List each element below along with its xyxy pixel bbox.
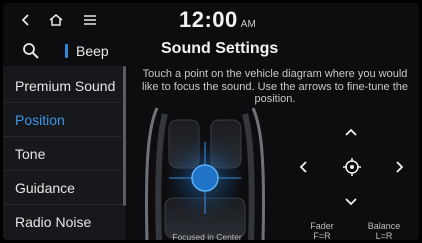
menu-button[interactable]: [75, 7, 105, 33]
move-up-button[interactable]: [336, 120, 366, 144]
sidebar: Premium Sound Position Tone Guidance Rad…: [3, 66, 125, 240]
status-bar: 12:00 AM: [3, 3, 419, 37]
clock-time: 12:00: [179, 7, 238, 32]
sidebar-item-label: Tone: [15, 145, 46, 162]
sidebar-item-label: Position: [15, 111, 65, 128]
beep-button[interactable]: Beep: [65, 41, 109, 61]
sidebar-item-premium-sound[interactable]: Premium Sound: [3, 69, 125, 103]
sidebar-item-position[interactable]: Position: [3, 103, 125, 137]
menu-icon: [84, 15, 96, 25]
back-button[interactable]: [11, 7, 41, 33]
clock-ampm: AM: [240, 19, 256, 30]
home-button[interactable]: [41, 7, 71, 33]
clock: 12:00 AM: [179, 7, 256, 35]
sidebar-item-tone[interactable]: Tone: [3, 137, 125, 171]
sidebar-item-label: Premium Sound: [15, 77, 116, 94]
beep-indicator: [65, 44, 68, 58]
crosshair-icon: [343, 158, 361, 176]
header: Beep Sound Settings: [3, 37, 419, 65]
sidebar-scrollbar[interactable]: [123, 66, 126, 206]
position-panel: Touch a point on the vehicle diagram whe…: [127, 66, 419, 240]
fader-label: Fader: [310, 221, 334, 231]
beep-label: Beep: [76, 43, 109, 59]
search-icon: [23, 43, 39, 59]
move-down-button[interactable]: [336, 190, 366, 214]
home-icon: [49, 14, 63, 26]
chevron-up-icon: [345, 128, 357, 136]
instruction-text: Touch a point on the vehicle diagram whe…: [142, 68, 408, 105]
vehicle-diagram[interactable]: [135, 106, 275, 240]
focus-status: Focused in Center: [172, 232, 242, 240]
chevron-left-icon: [299, 161, 307, 173]
screen: 12:00 AM Beep Sound Settings Premium Sou…: [3, 3, 419, 240]
sidebar-item-radio-noise[interactable]: Radio Noise: [3, 205, 125, 239]
move-right-button[interactable]: [385, 155, 415, 179]
chevron-right-icon: [396, 161, 404, 173]
fader-value: F=R: [313, 231, 331, 240]
move-left-button[interactable]: [288, 155, 318, 179]
focus-point: [191, 164, 219, 192]
back-icon: [21, 14, 29, 26]
center-button[interactable]: [338, 153, 366, 181]
sidebar-item-label: Guidance: [15, 179, 75, 196]
fader-readout: Fader F=R: [297, 221, 347, 240]
sidebar-item-guidance[interactable]: Guidance: [3, 171, 125, 205]
balance-value: L=R: [375, 231, 393, 240]
chevron-down-icon: [345, 198, 357, 206]
sidebar-item-label: Radio Noise: [15, 214, 92, 230]
search-button[interactable]: [17, 37, 45, 65]
page-title: Sound Settings: [161, 40, 279, 57]
balance-readout: Balance L=R: [359, 221, 409, 240]
balance-label: Balance: [367, 221, 401, 231]
